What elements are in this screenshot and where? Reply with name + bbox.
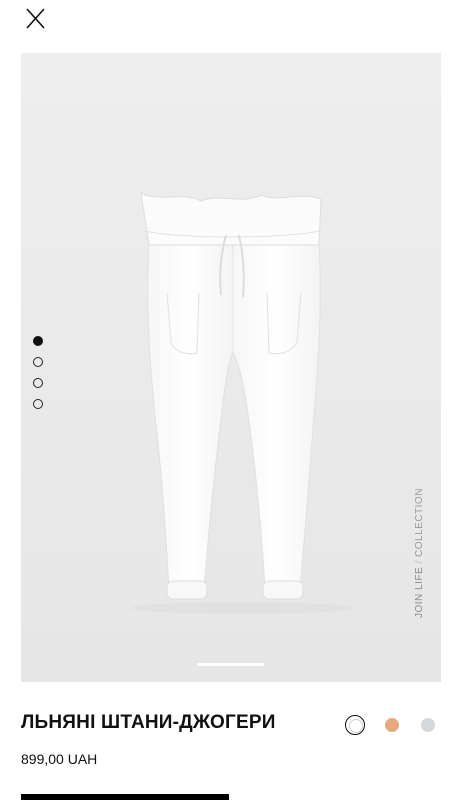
product-gallery[interactable]: JOIN LIFE / COLLECTION: [21, 53, 441, 682]
color-swatch-fill: [349, 719, 363, 733]
gallery-dot-3[interactable]: [33, 378, 43, 388]
collection-suffix: COLLECTION: [414, 488, 425, 557]
collection-brand: JOIN LIFE: [414, 566, 425, 618]
color-swatch-white[interactable]: [345, 715, 365, 735]
gallery-dot-1[interactable]: [33, 336, 43, 346]
product-image: [131, 192, 351, 614]
collection-label: JOIN LIFE / COLLECTION: [414, 488, 425, 618]
close-button[interactable]: [20, 6, 50, 32]
add-to-cart-button[interactable]: [21, 794, 229, 800]
color-swatch-light-grey[interactable]: [418, 715, 438, 735]
color-swatch-fill: [385, 718, 399, 732]
product-price: 899,00 UAH: [21, 751, 98, 767]
gallery-pagination: [33, 336, 49, 420]
close-icon: [26, 8, 45, 29]
gallery-dot-4[interactable]: [33, 399, 43, 409]
scroll-indicator: [197, 663, 264, 666]
product-title: ЛЬНЯНІ ШТАНИ-ДЖОГЕРИ: [21, 712, 276, 733]
color-swatch-peach[interactable]: [382, 715, 402, 735]
collection-separator: /: [414, 556, 425, 567]
gallery-dot-2[interactable]: [33, 357, 43, 367]
color-swatch-fill: [421, 718, 435, 732]
